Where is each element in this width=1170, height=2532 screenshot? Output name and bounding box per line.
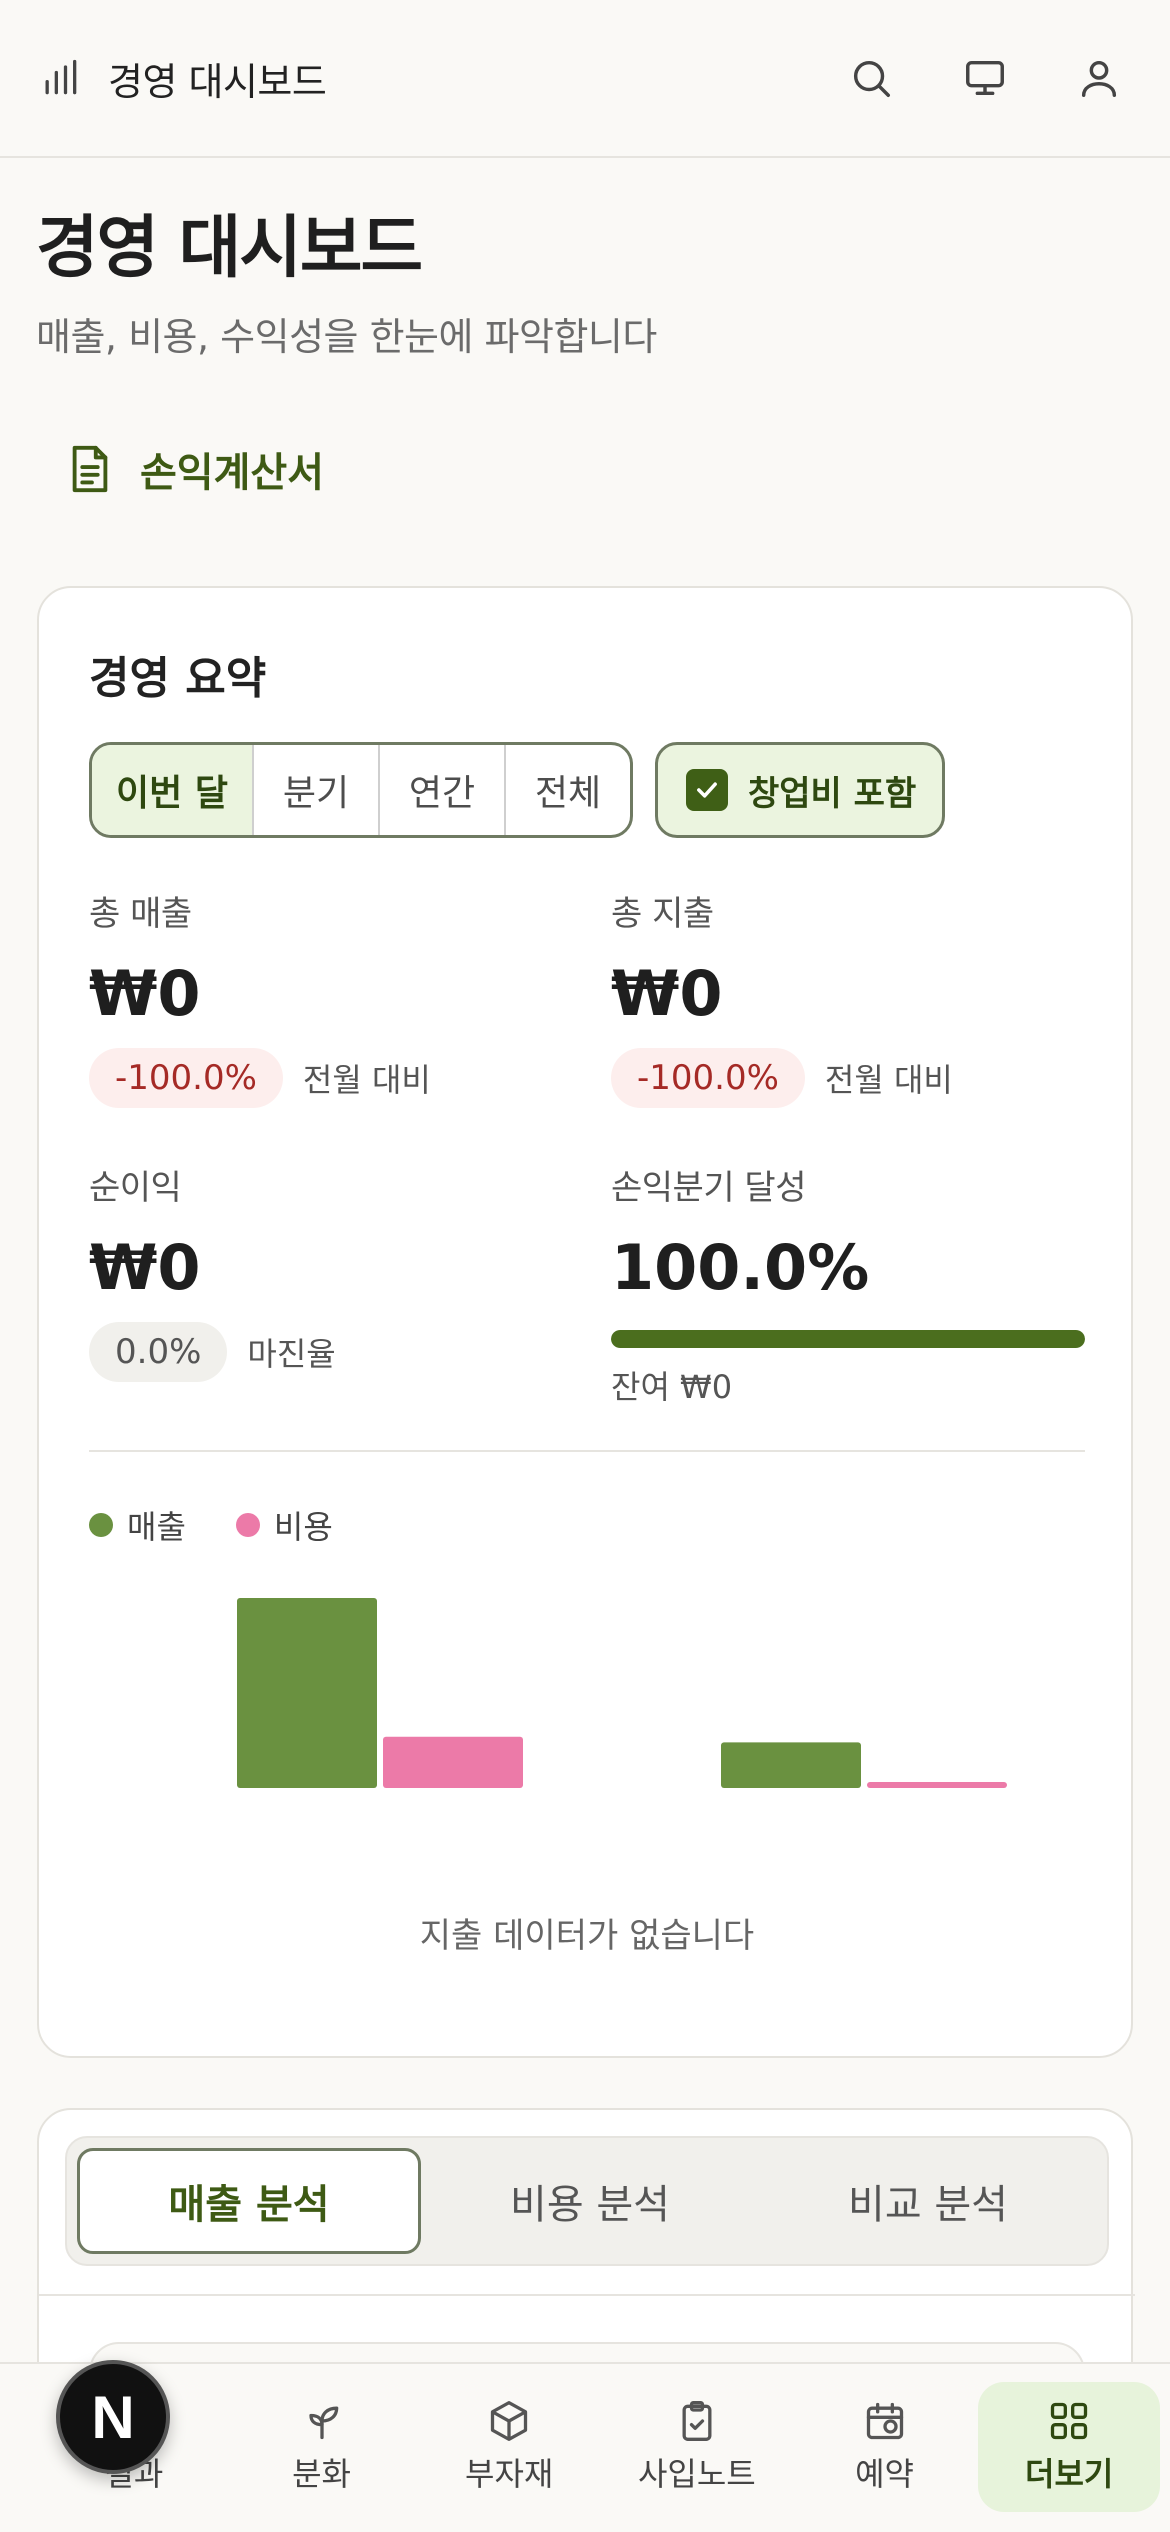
nav-label-more: 더보기 xyxy=(1025,2455,1114,2493)
legend-expense-dot xyxy=(235,1513,260,1537)
nav-item-materials[interactable]: 부자재 xyxy=(415,2382,603,2512)
breakeven-progress-bar xyxy=(611,1330,1085,1348)
bar-revenue-0 xyxy=(237,1598,377,1788)
nav-label-reservation: 예약 xyxy=(855,2455,914,2493)
expense-value: ₩0 xyxy=(611,957,723,1030)
sprout-icon xyxy=(308,2406,338,2440)
divider xyxy=(39,2294,1135,2296)
summary-card: 경영 요약 이번 달 분기 연간 전체 창업비 포함 총 매출 ₩0 -100.… xyxy=(37,586,1133,2058)
margin-note: 마진율 xyxy=(247,1335,336,1373)
bar-revenue-1 xyxy=(721,1742,861,1788)
breakeven-metric: 손익분기 달성 100.0% 잔여 ₩0 xyxy=(611,1160,1085,1408)
expense-change-badge: -100.0% xyxy=(611,1048,805,1108)
period-segmented-control: 이번 달 분기 연간 전체 xyxy=(89,742,633,838)
nav-label-materials: 부자재 xyxy=(465,2455,554,2493)
app-title: 경영 대시보드 xyxy=(108,59,327,104)
breakeven-remaining: 잔여 ₩0 xyxy=(611,1368,733,1406)
calendar-icon xyxy=(866,2402,903,2440)
legend-revenue-dot xyxy=(89,1513,113,1537)
expense-metric: 총 지출 ₩0 -100.0% 전월 대비 xyxy=(611,886,953,1108)
chart-legend: 매출 비용 xyxy=(89,1502,333,1548)
expense-change-note: 전월 대비 xyxy=(824,1061,953,1099)
monitor-icon[interactable] xyxy=(962,55,1008,101)
nav-item-bunhwa[interactable]: 분화 xyxy=(228,2382,416,2512)
empty-expense-note: 지출 데이터가 없습니다 xyxy=(419,1916,755,1956)
net-income-metric: 순이익 ₩0 0.0% 마진율 xyxy=(89,1160,336,1382)
margin-badge: 0.0% xyxy=(89,1322,228,1382)
bar-chart-icon xyxy=(45,59,77,95)
period-year[interactable]: 연간 xyxy=(380,745,506,835)
nav-item-reservation[interactable]: 예약 xyxy=(791,2382,979,2512)
income-statement-link[interactable]: 손익계산서 xyxy=(68,440,324,498)
include-startup-label: 창업비 포함 xyxy=(748,773,917,814)
circle-n-icon[interactable]: N xyxy=(56,2360,170,2474)
bar-expense-0 xyxy=(383,1736,523,1788)
income-statement-label: 손익계산서 xyxy=(140,450,324,496)
divider xyxy=(89,1450,1085,1452)
nav-item-more[interactable]: 더보기 xyxy=(978,2382,1161,2512)
legend-revenue: 매출 xyxy=(89,1502,186,1548)
legend-expense-label: 비용 xyxy=(273,1508,333,1546)
tab-expense-analysis[interactable]: 비용 분석 xyxy=(421,2148,759,2254)
net-income-label: 순이익 xyxy=(89,1168,182,1208)
bar-expense-1 xyxy=(867,1782,1007,1788)
page-subtitle: 매출, 비용, 수익성을 한눈에 파악합니다 xyxy=(36,315,657,359)
include-startup-toggle[interactable]: 창업비 포함 xyxy=(655,742,945,838)
search-icon[interactable] xyxy=(848,55,894,101)
document-icon xyxy=(72,445,108,493)
period-this-month[interactable]: 이번 달 xyxy=(92,745,254,835)
grid-icon xyxy=(1051,2402,1088,2440)
user-icon[interactable] xyxy=(1076,55,1122,101)
breakeven-progress-fill xyxy=(611,1330,1085,1348)
revenue-label: 총 매출 xyxy=(89,894,192,934)
period-quarter[interactable]: 분기 xyxy=(254,745,380,835)
analysis-tabs: 매출 분석 비용 분석 비교 분석 xyxy=(65,2136,1109,2266)
revenue-expense-bar-chart xyxy=(237,1598,1007,1788)
summary-title: 경영 요약 xyxy=(89,653,267,704)
tab-compare-analysis[interactable]: 비교 분석 xyxy=(759,2148,1097,2254)
checkbox-checked-icon[interactable] xyxy=(686,769,728,811)
revenue-metric: 총 매출 ₩0 -100.0% 전월 대비 xyxy=(89,886,431,1108)
net-income-value: ₩0 xyxy=(89,1231,201,1304)
revenue-change-badge: -100.0% xyxy=(89,1048,283,1108)
legend-revenue-label: 매출 xyxy=(127,1508,186,1546)
nav-label-purchase-notes: 사입노트 xyxy=(637,2455,756,2493)
breakeven-label: 손익분기 달성 xyxy=(611,1168,807,1208)
nav-label-bunhwa: 분화 xyxy=(292,2455,351,2493)
nav-item-purchase-notes[interactable]: 사입노트 xyxy=(603,2382,791,2512)
bottom-nav: 결과 분화 부자재 사입노트 예약 더보기 xyxy=(0,2362,1170,2532)
tab-revenue-analysis[interactable]: 매출 분석 xyxy=(77,2148,421,2254)
page-title: 경영 대시보드 xyxy=(36,209,423,288)
top-app-bar: 경영 대시보드 xyxy=(0,0,1170,158)
breakeven-value: 100.0% xyxy=(611,1231,870,1304)
revenue-change-note: 전월 대비 xyxy=(302,1061,431,1099)
revenue-value: ₩0 xyxy=(89,957,201,1030)
box-icon xyxy=(491,2401,528,2441)
legend-expense: 비용 xyxy=(235,1502,333,1548)
expense-label: 총 지출 xyxy=(611,894,714,934)
period-all[interactable]: 전체 xyxy=(506,745,630,835)
header-actions xyxy=(848,55,1122,101)
clipboard-check-icon xyxy=(682,2401,712,2441)
